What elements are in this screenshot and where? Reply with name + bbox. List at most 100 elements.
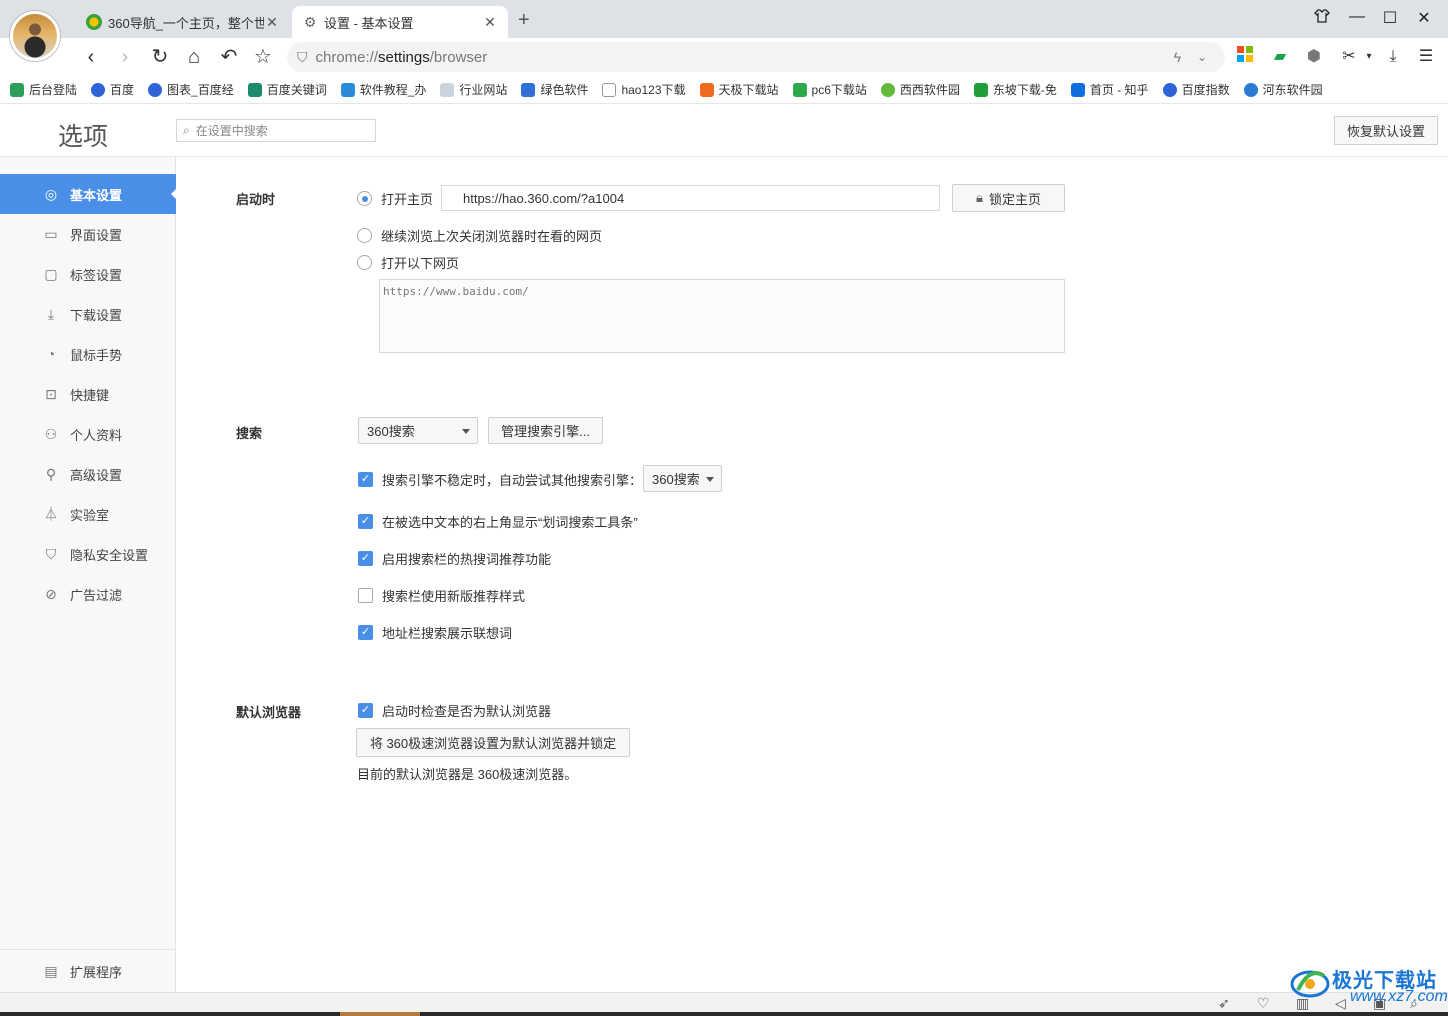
- radio-indicator[interactable]: [357, 255, 372, 270]
- checkbox-address-suggest[interactable]: ✓ 地址栏搜索展示联想词: [358, 623, 512, 642]
- close-icon[interactable]: ✕: [264, 14, 280, 31]
- bookmark-item[interactable]: pc6下载站: [792, 81, 867, 98]
- checkbox-indicator[interactable]: ✓: [358, 703, 373, 718]
- bookmark-star-button[interactable]: ☆: [250, 44, 276, 70]
- reload-button[interactable]: ↻: [147, 44, 173, 70]
- address-bar[interactable]: ⛉ chrome://settings/browser ϟ ⌄: [287, 42, 1225, 72]
- window-close-button[interactable]: ✕: [1412, 8, 1436, 30]
- undo-close-button[interactable]: ↶: [216, 44, 242, 70]
- checkbox-search-fallback[interactable]: ✓ 搜索引擎不稳定时，自动尝试其他搜索引擎：: [358, 470, 642, 489]
- bookmark-item[interactable]: 百度关键词: [247, 81, 327, 98]
- radio-indicator[interactable]: [357, 228, 372, 243]
- sidebar-item-interface[interactable]: ▭ 界面设置: [0, 214, 176, 254]
- section-title-startup: 启动时: [236, 192, 276, 207]
- minimize-button[interactable]: —: [1345, 8, 1369, 30]
- checkbox-indicator[interactable]: [358, 588, 373, 603]
- set-default-browser-button[interactable]: 将 360极速浏览器设置为默认浏览器并锁定: [356, 728, 630, 757]
- checkbox-indicator[interactable]: ✓: [358, 625, 373, 640]
- bookmark-item[interactable]: 西西软件园: [880, 81, 960, 98]
- bookmark-item[interactable]: 首页 - 知乎: [1070, 81, 1149, 98]
- bookmark-item[interactable]: 河东软件园: [1243, 81, 1323, 98]
- radio-indicator[interactable]: [357, 191, 372, 206]
- sidebar-item-mouse-gesture[interactable]: ◔ 鼠标手势: [0, 334, 176, 374]
- menu-icon[interactable]: ☰: [1415, 46, 1437, 68]
- bookmark-item[interactable]: 行业网站: [440, 81, 507, 98]
- bookmark-item[interactable]: 百度: [91, 81, 134, 98]
- download-manager-icon[interactable]: ⤓: [1382, 46, 1404, 68]
- bm-orange-icon: [699, 82, 714, 97]
- scissors-dropdown-icon[interactable]: ▾: [1358, 46, 1380, 68]
- scissors-icon[interactable]: ✂: [1338, 46, 1360, 68]
- tab-settings[interactable]: ⚙ 设置 - 基本设置 ✕: [292, 6, 508, 38]
- keyboard-icon: ⊡: [45, 385, 57, 402]
- fallback-engine-select[interactable]: 360搜索: [643, 465, 722, 492]
- sidebar-item-adblock[interactable]: ⊘ 广告过滤: [0, 574, 176, 614]
- checkbox-check-default[interactable]: ✓ 启动时检查是否为默认浏览器: [358, 701, 551, 720]
- settings-search-input[interactable]: ⌕ 在设置中搜索: [176, 119, 376, 142]
- bm-green-s-icon: [10, 82, 24, 97]
- chat-icon[interactable]: ▰: [1269, 46, 1291, 68]
- bookmark-item[interactable]: 图表_百度经: [148, 81, 234, 98]
- lock-homepage-button[interactable]: 🔒︎ 锁定主页: [952, 184, 1065, 212]
- restore-defaults-button[interactable]: 恢复默认设置: [1334, 116, 1438, 145]
- bookmark-item[interactable]: 天极下载站: [699, 81, 779, 98]
- startup-pages-textarea[interactable]: https://www.baidu.com/: [379, 279, 1065, 353]
- heart-icon[interactable]: ♡: [1257, 995, 1270, 1012]
- new-tab-button[interactable]: +: [518, 9, 530, 32]
- sidebar-item-profile[interactable]: ⚇ 个人资料: [0, 414, 176, 454]
- sidebar-item-basic[interactable]: ◎ 基本设置: [0, 174, 177, 214]
- bookmark-item[interactable]: hao123下载: [602, 81, 686, 98]
- tab-360-nav[interactable]: 360导航_一个主页，整个世界 ✕: [76, 6, 290, 38]
- checkbox-selection-toolbar[interactable]: ✓ 在被选中文本的右上角显示“划词搜索工具条”: [358, 512, 638, 531]
- settings-header: 选项 ⌕ 在设置中搜索 恢复默认设置: [0, 105, 1448, 157]
- chevron-down-icon[interactable]: ⌄: [1197, 50, 1207, 64]
- download-icon: ⤓: [47, 305, 55, 322]
- manage-search-engines-button[interactable]: 管理搜索引擎...: [488, 417, 603, 444]
- sidebar-item-download[interactable]: ⤓ 下载设置: [0, 294, 176, 334]
- skin-icon[interactable]: [1310, 8, 1334, 30]
- bookmark-item[interactable]: 东坡下载-免: [973, 81, 1057, 98]
- checkbox-new-style[interactable]: 搜索栏使用新版推荐样式: [358, 586, 525, 605]
- radio-open-pages[interactable]: 打开以下网页: [357, 253, 459, 272]
- checkbox-label: 搜索栏使用新版推荐样式: [382, 589, 526, 604]
- watermark-url: www.xz7.com: [1350, 988, 1448, 1005]
- checkbox-indicator[interactable]: ✓: [358, 514, 373, 529]
- search-engine-select[interactable]: 360搜索: [358, 417, 478, 444]
- gear-icon: ⚙: [303, 14, 317, 30]
- sidebar-item-shortcuts[interactable]: ⊡ 快捷键: [0, 374, 176, 414]
- apps-icon[interactable]: [1234, 46, 1256, 68]
- maximize-button[interactable]: ☐: [1378, 8, 1402, 30]
- homepage-url-input[interactable]: https://hao.360.com/?a1004: [441, 185, 940, 211]
- checkbox-hot-search[interactable]: ✓ 启用搜索栏的热搜词推荐功能: [358, 549, 551, 568]
- checkbox-indicator[interactable]: ✓: [358, 472, 373, 487]
- bookmark-item[interactable]: 软件教程_办: [340, 81, 426, 98]
- extension-icon[interactable]: ⬢: [1303, 46, 1325, 68]
- bookmark-item[interactable]: 百度指数: [1162, 81, 1230, 98]
- chevron-down-icon: [706, 476, 714, 482]
- sidebar-item-privacy[interactable]: ⛉ 隐私安全设置: [0, 534, 176, 574]
- mouse-icon: ◔: [46, 346, 56, 362]
- section-title-default-browser: 默认浏览器: [236, 705, 302, 720]
- sidebar: ◎ 基本设置 ▭ 界面设置 ▢ 标签设置 ⤓ 下载设置 ◔ 鼠标手势 ⊡ 快捷键 ⚇ 个人资料…: [0, 157, 177, 992]
- sidebar-item-lab[interactable]: ⏃ 实验室: [0, 494, 176, 534]
- forward-button[interactable]: ›: [112, 44, 138, 70]
- radio-open-homepage[interactable]: 打开主页: [357, 189, 433, 208]
- checkbox-indicator[interactable]: ✓: [358, 551, 373, 566]
- back-button[interactable]: ‹: [78, 44, 104, 70]
- bookmark-item[interactable]: 后台登陆: [10, 81, 77, 98]
- sidebar-item-tabs[interactable]: ▢ 标签设置: [0, 254, 176, 294]
- bm-green-d-icon: [973, 82, 988, 97]
- address-url: chrome://settings/browser: [315, 48, 488, 66]
- sidebar-item-advanced[interactable]: ⚲ 高级设置: [0, 454, 176, 494]
- lightning-icon[interactable]: ϟ: [1174, 49, 1181, 65]
- sidebar-item-extensions[interactable]: ▤ 扩展程序: [0, 951, 176, 991]
- bookmark-item[interactable]: 绿色软件: [521, 81, 588, 98]
- home-button[interactable]: ⌂: [181, 44, 207, 70]
- radio-continue-last[interactable]: 继续浏览上次关闭浏览器时在看的网页: [357, 226, 602, 245]
- close-icon[interactable]: ✕: [482, 14, 498, 31]
- avatar[interactable]: [10, 11, 60, 61]
- rocket-icon[interactable]: ➶: [1218, 995, 1230, 1012]
- bm-x-icon: [521, 82, 536, 97]
- baidu-paw-icon: [91, 82, 106, 97]
- checkbox-label: 启动时检查是否为默认浏览器: [382, 704, 552, 719]
